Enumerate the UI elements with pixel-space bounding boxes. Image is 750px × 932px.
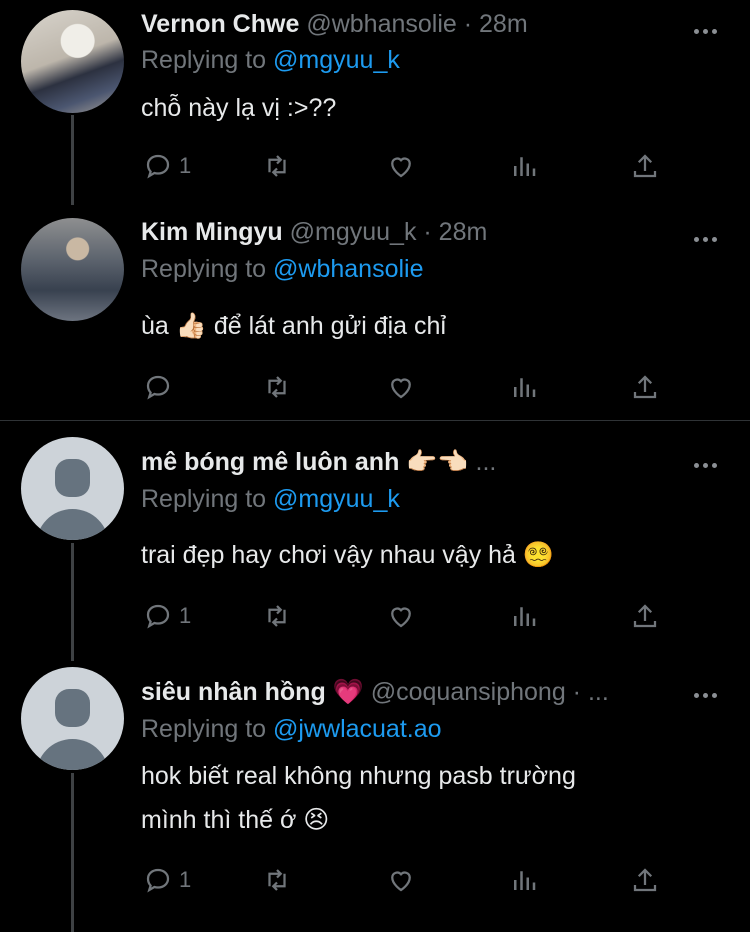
stats-button[interactable] (509, 149, 539, 183)
tweet-header: mê bóng mê luôn anh 👉🏻👈🏻 ... (141, 448, 496, 480)
more-icon[interactable] (694, 230, 722, 242)
retweet-icon (268, 605, 286, 627)
share-button[interactable] (630, 863, 660, 897)
more-icon[interactable] (694, 456, 722, 468)
replying-label: Replying to (141, 255, 267, 283)
like-icon (391, 378, 411, 399)
replying-to: Replying to @wbhansolie (141, 255, 424, 284)
retweet-icon (268, 869, 286, 891)
handle[interactable]: @wbhansolie (306, 10, 456, 38)
reply-button[interactable]: 1 (143, 149, 191, 183)
tweet-header: Kim Mingyu @mgyuu_k · 28m (141, 218, 487, 250)
avatar-body (36, 739, 109, 770)
stats-icon (514, 157, 536, 176)
share-button[interactable] (630, 599, 660, 633)
display-name[interactable]: Kim Mingyu (141, 218, 283, 246)
reply-icon (146, 375, 170, 400)
thread-line (71, 773, 74, 932)
tweet-2[interactable]: Kim Mingyu @mgyuu_k · 28m Replying to @w… (0, 210, 750, 420)
share-button[interactable] (630, 149, 660, 183)
tweet-actions: 1 (0, 599, 750, 633)
tweet-3[interactable]: mê bóng mê luôn anh 👉🏻👈🏻 ... Replying to… (0, 421, 750, 661)
avatar[interactable] (21, 437, 124, 540)
reply-count: 1 (179, 867, 192, 892)
share-icon (633, 375, 657, 399)
replying-to: Replying to @mgyuu_k (141, 46, 400, 75)
tweet-text: chỗ này lạ vị :>?? (141, 94, 337, 122)
handle[interactable]: ... (476, 448, 497, 476)
reply-count: 1 (179, 153, 192, 178)
tweet-header: Vernon Chwe @wbhansolie · 28m (141, 10, 528, 42)
share-icon (633, 154, 657, 178)
tweet-text: ùa 👍🏻 để lát anh gửi địa chỉ (141, 312, 446, 340)
replying-to: Replying to @jwwlacuat.ao (141, 715, 442, 744)
reply-count: 1 (179, 603, 192, 628)
mention-link[interactable]: @wbhansolie (273, 255, 423, 283)
avatar-head (55, 459, 90, 497)
handle[interactable]: @mgyuu_k (290, 218, 417, 246)
avatar[interactable] (21, 218, 124, 321)
tweet-4[interactable]: siêu nhân hồng 💗 @coquansiphong · ... Re… (0, 651, 750, 932)
reply-icon (146, 604, 170, 629)
retweet-button[interactable] (262, 149, 292, 183)
tweet-actions: 1 (0, 149, 750, 183)
avatar[interactable] (21, 10, 124, 113)
tweet-text: trai đẹp hay chơi vậy nhau vậy hả 😵‍💫 (141, 541, 555, 569)
reply-button[interactable]: 1 (143, 599, 191, 633)
stats-button[interactable] (509, 370, 539, 404)
replying-to: Replying to @mgyuu_k (141, 485, 400, 514)
mention-link[interactable]: @mgyuu_k (273, 46, 400, 74)
stats-icon (514, 607, 536, 626)
tweet-header: siêu nhân hồng 💗 @coquansiphong · ... (141, 678, 609, 710)
stats-icon (514, 378, 536, 397)
like-button[interactable] (386, 599, 416, 633)
stats-button[interactable] (509, 863, 539, 897)
handle[interactable]: @coquansiphong · ... (371, 678, 609, 706)
like-button[interactable] (386, 370, 416, 404)
share-icon (633, 604, 657, 628)
tweet-actions (0, 370, 750, 404)
share-button[interactable] (630, 370, 660, 404)
like-icon (391, 607, 411, 628)
retweet-icon (268, 155, 286, 177)
reply-button[interactable]: 1 (143, 863, 191, 897)
share-icon (633, 868, 657, 892)
like-icon (391, 157, 411, 178)
reply-icon (146, 154, 170, 179)
reply-button[interactable] (143, 370, 173, 404)
display-name[interactable]: siêu nhân hồng 💗 (141, 678, 364, 706)
mention-link[interactable]: @mgyuu_k (273, 485, 400, 513)
tweet-actions: 1 (0, 863, 750, 897)
more-icon[interactable] (694, 686, 722, 698)
retweet-button[interactable] (262, 863, 292, 897)
tweet-1[interactable]: Vernon Chwe @wbhansolie · 28m Replying t… (0, 0, 750, 210)
retweet-button[interactable] (262, 599, 292, 633)
display-name[interactable]: Vernon Chwe (141, 10, 299, 38)
stats-button[interactable] (509, 599, 539, 633)
tweet-text-line-2: mình thì thế ớ 😣 (141, 806, 330, 834)
reply-icon (146, 868, 170, 893)
more-icon[interactable] (694, 22, 722, 34)
replying-label: Replying to (141, 46, 267, 74)
replying-label: Replying to (141, 485, 267, 513)
stats-icon (514, 871, 536, 890)
like-button[interactable] (386, 149, 416, 183)
avatar[interactable] (21, 667, 124, 770)
avatar-body (36, 509, 109, 540)
tweet-text-line-1: hok biết real không nhưng pasb trường (141, 762, 576, 790)
timestamp[interactable]: · 28m (423, 218, 487, 246)
avatar-head (55, 689, 90, 727)
retweet-icon (268, 376, 286, 398)
replying-label: Replying to (141, 715, 267, 743)
display-name[interactable]: mê bóng mê luôn anh 👉🏻👈🏻 (141, 448, 469, 476)
retweet-button[interactable] (262, 370, 292, 404)
like-icon (391, 871, 411, 892)
like-button[interactable] (386, 863, 416, 897)
mention-link[interactable]: @jwwlacuat.ao (273, 715, 442, 743)
timestamp[interactable]: · 28m (464, 10, 528, 38)
